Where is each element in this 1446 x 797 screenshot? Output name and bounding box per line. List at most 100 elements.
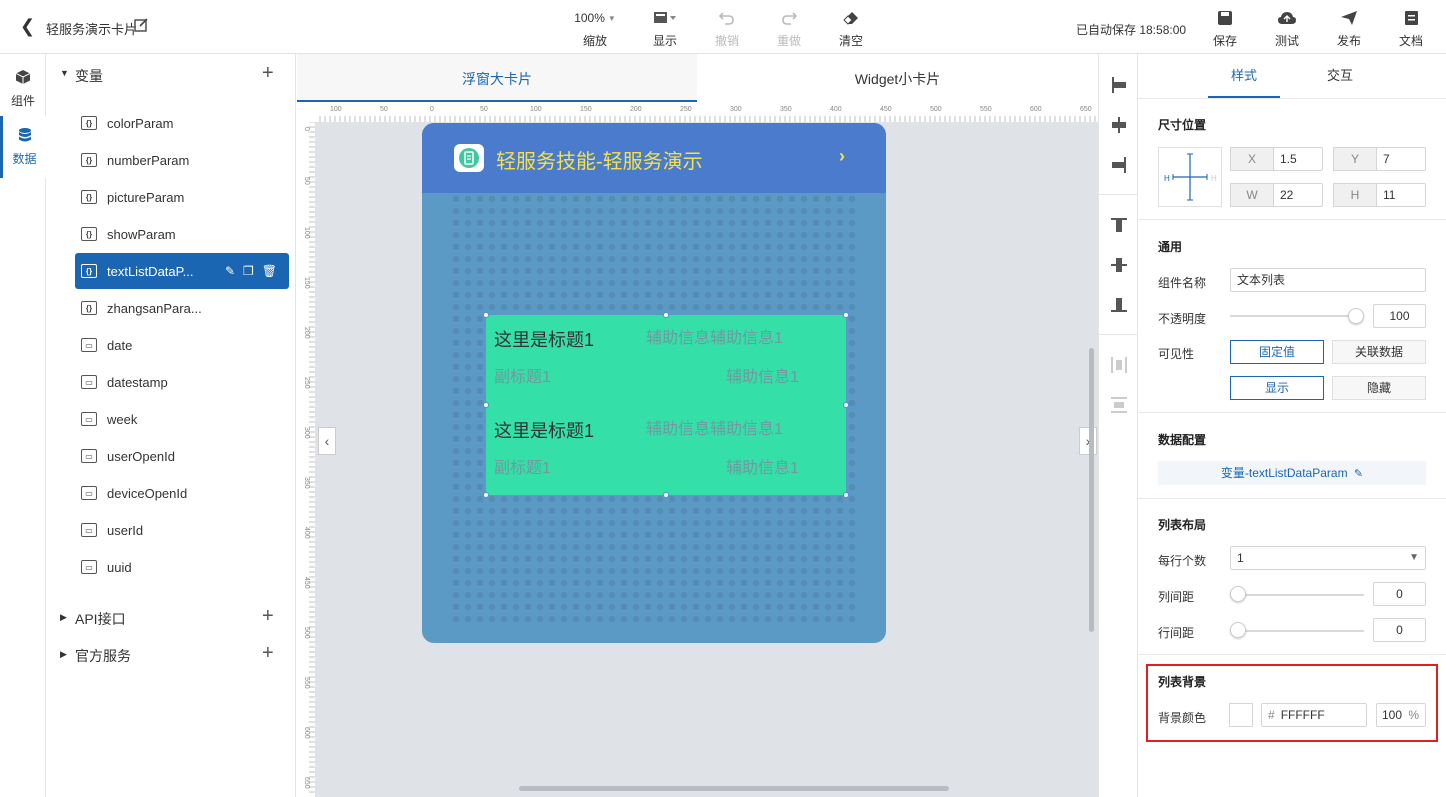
api-section[interactable]: API接口 <box>75 609 126 629</box>
tab-widget-card[interactable]: Widget小卡片 <box>697 54 1098 102</box>
redo-tool[interactable]: 重做 <box>761 8 817 49</box>
opacity-slider-knob[interactable] <box>1348 308 1364 324</box>
caret-right-icon[interactable]: ▶ <box>60 612 67 623</box>
align-middle-vertical-icon[interactable] <box>1110 256 1128 274</box>
back-arrow-icon[interactable]: ❮ <box>20 16 35 37</box>
undo-tool[interactable]: 撤销 <box>699 8 755 49</box>
caret-right-icon[interactable]: ▶ <box>60 649 67 660</box>
vertical-scrollbar[interactable] <box>1089 348 1094 632</box>
zoom-label: 缩放 <box>582 34 607 48</box>
next-arrow-button[interactable]: › <box>1079 427 1097 455</box>
align-bottom-icon[interactable] <box>1110 296 1128 314</box>
tab-interaction[interactable]: 交互 <box>1304 54 1376 98</box>
ruler-tick-label: 550 <box>303 677 310 689</box>
variable-name: colorParam <box>107 115 174 131</box>
x-input[interactable]: 1.5 <box>1273 147 1323 171</box>
linked-data-button[interactable]: 关联数据 <box>1332 340 1426 364</box>
zoom-tool[interactable]: 100% ▼ 缩放 <box>567 8 623 49</box>
braces-icon: {} <box>81 190 97 204</box>
align-top-icon[interactable] <box>1110 216 1128 234</box>
card-preview[interactable]: 轻服务技能-轻服务演示 › 这里是标题1 辅助信息辅助信息1 副标题1 辅助信息… <box>422 123 886 643</box>
add-service-icon[interactable]: + <box>262 642 274 665</box>
variable-item[interactable]: ▭ userId <box>81 518 289 542</box>
test-button[interactable]: 测试 <box>1259 8 1315 49</box>
tab-floating-card[interactable]: 浮窗大卡片 <box>297 54 697 102</box>
col-gap-slider-knob[interactable] <box>1230 586 1246 602</box>
h-input[interactable]: 11 <box>1376 183 1426 207</box>
text-list-component[interactable]: 这里是标题1 辅助信息辅助信息1 副标题1 辅助信息1 这里是标题1 辅助信息辅… <box>486 315 846 495</box>
variable-item[interactable]: {} numberParam <box>81 148 289 172</box>
list-item-title: 这里是标题1 <box>494 330 595 350</box>
resize-handle[interactable] <box>663 312 669 318</box>
rail-data-label: 数据 <box>12 152 37 166</box>
chevron-right-icon[interactable]: › <box>839 146 845 167</box>
copy-icon[interactable]: ❐ <box>243 264 254 278</box>
tab-style[interactable]: 样式 <box>1208 54 1280 98</box>
align-right-icon[interactable] <box>1110 156 1128 174</box>
resize-handle[interactable] <box>843 402 849 408</box>
opacity-input[interactable]: 100 <box>1373 304 1426 328</box>
docs-button[interactable]: 文档 <box>1383 8 1439 49</box>
hex-color-input[interactable]: # FFFFFF <box>1261 703 1367 727</box>
resize-handle[interactable] <box>483 312 489 318</box>
variable-item[interactable]: {} zhangsanPara... <box>81 296 289 320</box>
variable-item[interactable]: {} showParam <box>81 222 289 246</box>
distribute-vertical-icon[interactable] <box>1110 396 1128 414</box>
align-center-horizontal-icon[interactable] <box>1110 116 1128 134</box>
data-config-title: 数据配置 <box>1158 433 1207 447</box>
publish-button[interactable]: 发布 <box>1321 8 1377 49</box>
distribute-horizontal-icon[interactable] <box>1110 356 1128 374</box>
alpha-input[interactable]: 100 % <box>1376 703 1426 727</box>
edit-icon[interactable]: ✎ <box>1354 468 1363 480</box>
variable-item[interactable]: ▭ datestamp <box>81 370 289 394</box>
y-input[interactable]: 7 <box>1376 147 1426 171</box>
display-tool[interactable]: 显示 <box>637 8 693 49</box>
divider <box>1099 194 1139 195</box>
variable-item[interactable]: ▭ week <box>81 407 289 431</box>
resize-handle[interactable] <box>663 492 669 498</box>
row-gap-input[interactable]: 0 <box>1373 618 1426 642</box>
variables-header[interactable]: 变量 <box>75 66 103 86</box>
color-swatch[interactable] <box>1229 703 1253 727</box>
save-button[interactable]: 保存 <box>1197 8 1253 49</box>
variable-item[interactable]: ▭ userOpenId <box>81 444 289 468</box>
edit-icon[interactable] <box>134 18 148 32</box>
variable-item[interactable]: ▭ date <box>81 333 289 357</box>
col-gap-slider[interactable] <box>1238 594 1364 596</box>
hide-button[interactable]: 隐藏 <box>1332 376 1426 400</box>
data-binding-link[interactable]: 变量-textListDataParam ✎ <box>1158 461 1426 485</box>
component-name-input[interactable]: 文本列表 <box>1230 268 1426 292</box>
row-gap-slider-knob[interactable] <box>1230 622 1246 638</box>
row-gap-slider[interactable] <box>1238 630 1364 632</box>
caret-down-icon[interactable]: ▼ <box>60 68 69 78</box>
align-left-icon[interactable] <box>1110 76 1128 94</box>
show-button[interactable]: 显示 <box>1230 376 1324 400</box>
variable-item[interactable]: {} textListDataP... ✎ ❐ 🗑 <box>75 253 289 289</box>
resize-handle[interactable] <box>483 492 489 498</box>
resize-handle[interactable] <box>483 402 489 408</box>
col-gap-input[interactable]: 0 <box>1373 582 1426 606</box>
variable-item[interactable]: {} colorParam <box>81 111 289 135</box>
edit-icon[interactable]: ✎ <box>225 264 235 278</box>
fixed-value-button[interactable]: 固定值 <box>1230 340 1324 364</box>
rail-data[interactable]: 数据 <box>0 116 46 178</box>
add-api-icon[interactable]: + <box>262 605 274 628</box>
variable-item[interactable]: ▭ deviceOpenId <box>81 481 289 505</box>
rail-components[interactable]: 组件 <box>0 58 46 120</box>
horizontal-scrollbar[interactable] <box>519 786 949 791</box>
variable-item[interactable]: ▭ uuid <box>81 555 289 579</box>
variable-item[interactable]: {} pictureParam <box>81 185 289 209</box>
per-row-select[interactable]: 1 ▼ <box>1230 546 1426 570</box>
official-services-section[interactable]: 官方服务 <box>75 646 131 666</box>
card-header: 轻服务技能-轻服务演示 › <box>422 123 886 193</box>
add-variable-icon[interactable]: + <box>262 62 274 85</box>
opacity-slider[interactable] <box>1230 315 1356 317</box>
w-input[interactable]: 22 <box>1273 183 1323 207</box>
delete-icon[interactable]: 🗑 <box>262 264 277 278</box>
ruler-corner <box>297 102 315 122</box>
resize-handle[interactable] <box>843 312 849 318</box>
clear-tool[interactable]: 清空 <box>823 8 879 49</box>
anchor-widget[interactable]: H H <box>1158 147 1222 207</box>
resize-handle[interactable] <box>843 492 849 498</box>
prev-arrow-button[interactable]: ‹ <box>318 427 336 455</box>
